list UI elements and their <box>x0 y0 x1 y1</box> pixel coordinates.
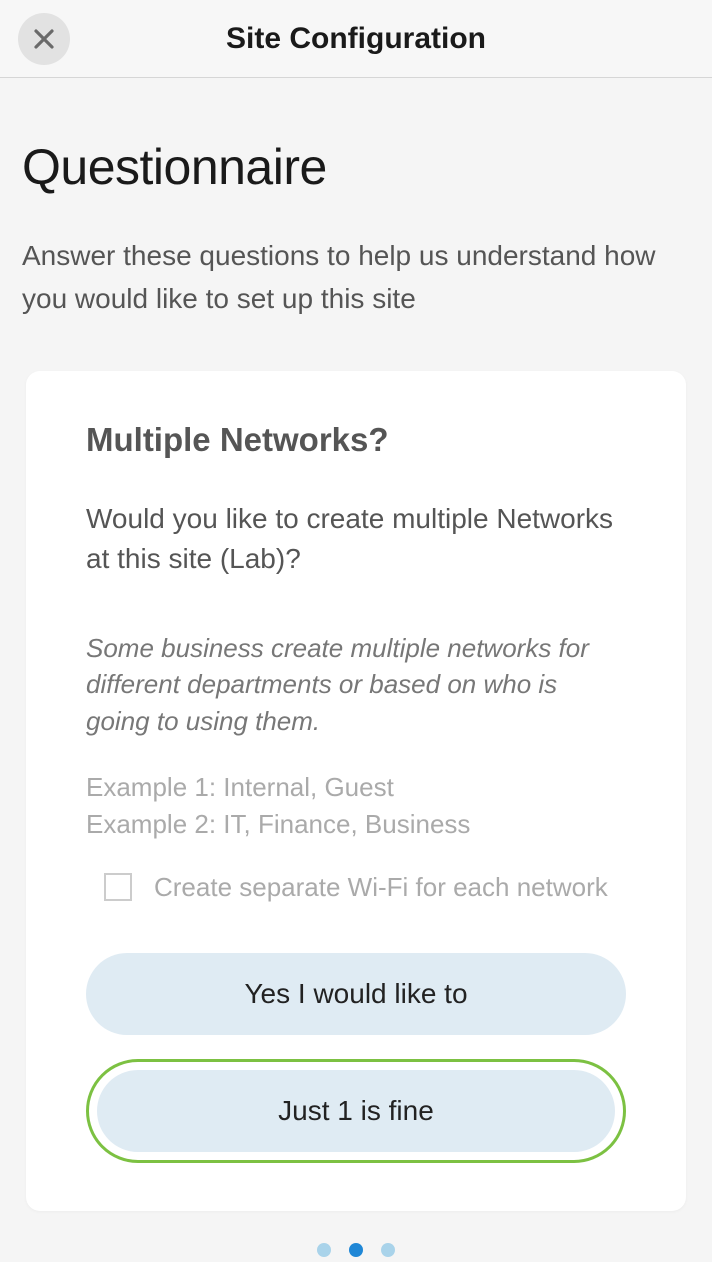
page-heading: Questionnaire <box>22 138 690 196</box>
card-example-2: Example 2: IT, Finance, Business <box>86 806 626 842</box>
main-content: Questionnaire Answer these questions to … <box>0 78 712 1257</box>
header-title: Site Configuration <box>226 22 486 56</box>
pager-dot-2[interactable] <box>381 1243 395 1257</box>
close-button[interactable] <box>18 13 70 65</box>
header: Site Configuration <box>0 0 712 78</box>
close-icon <box>32 27 56 51</box>
page-subheading: Answer these questions to help us unders… <box>22 234 690 321</box>
pager-dot-0[interactable] <box>317 1243 331 1257</box>
card-example-1: Example 1: Internal, Guest <box>86 769 626 805</box>
option-no-button[interactable]: Just 1 is fine <box>97 1070 615 1152</box>
pager <box>22 1243 690 1257</box>
option-no-highlight: Just 1 is fine <box>86 1059 626 1163</box>
card-title: Multiple Networks? <box>86 421 626 459</box>
card-note: Some business create multiple networks f… <box>86 630 626 739</box>
card-question: Would you like to create multiple Networ… <box>86 499 626 580</box>
question-card: Multiple Networks? Would you like to cre… <box>26 371 686 1211</box>
pager-dot-1[interactable] <box>349 1243 363 1257</box>
checkbox-row: Create separate Wi-Fi for each network <box>86 872 626 903</box>
checkbox-label: Create separate Wi-Fi for each network <box>154 872 608 903</box>
option-yes-button[interactable]: Yes I would like to <box>86 953 626 1035</box>
separate-wifi-checkbox[interactable] <box>104 873 132 901</box>
